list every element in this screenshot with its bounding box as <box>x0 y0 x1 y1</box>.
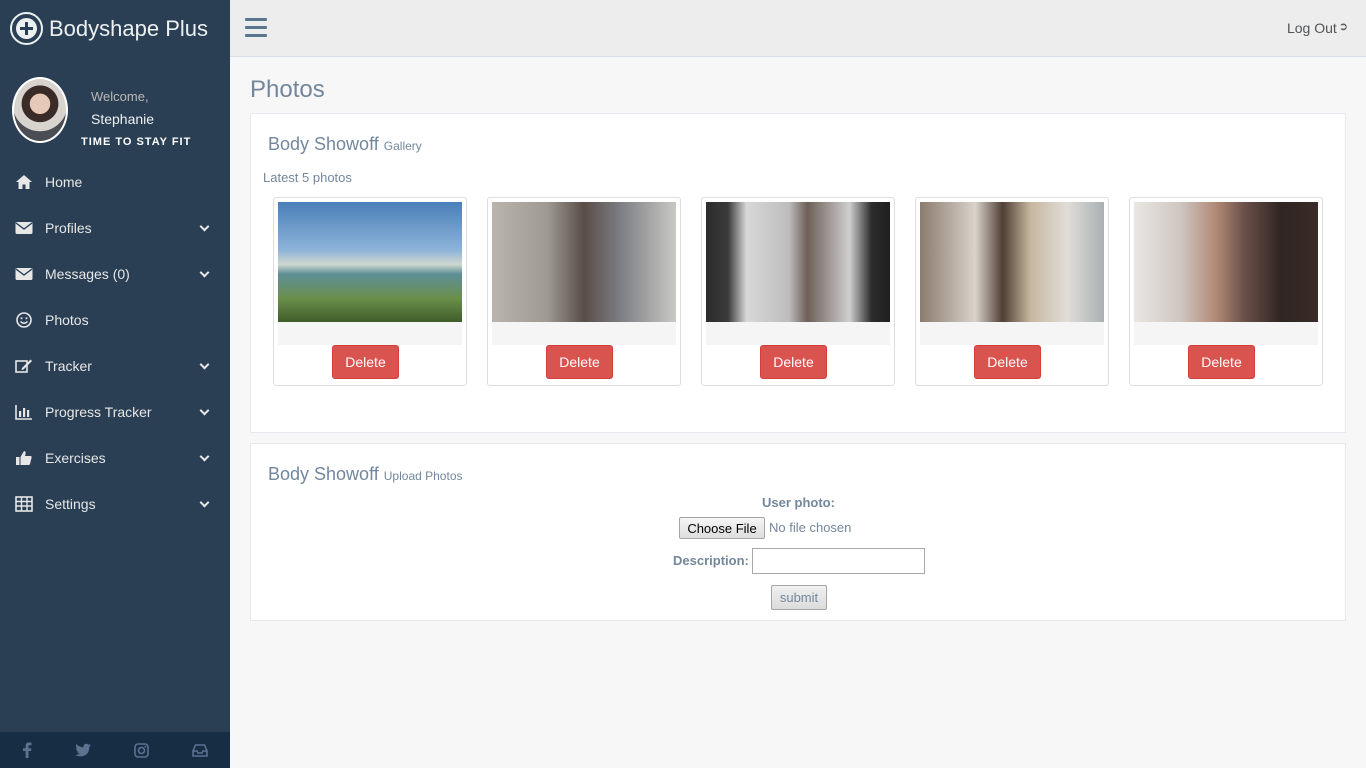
description-label: Description: <box>673 553 749 568</box>
sidebar-menu: Home Profiles Messages (0) Photos Tracke… <box>0 159 230 527</box>
photo-image[interactable] <box>1134 202 1318 322</box>
sign-out-icon: ➲ <box>1338 21 1348 33</box>
plus-circle-icon <box>10 12 43 45</box>
submit-button[interactable]: submit <box>771 585 827 610</box>
upload-panel-title: Body Showoff Upload Photos <box>268 464 463 485</box>
sidebar-item-label: Photos <box>45 312 89 328</box>
sidebar-item-progress-tracker[interactable]: Progress Tracker <box>0 389 230 435</box>
sidebar-item-label: Progress Tracker <box>45 404 152 420</box>
twitter-icon[interactable] <box>74 743 91 757</box>
photo-caption <box>1134 322 1318 345</box>
sidebar-item-tracker[interactable]: Tracker <box>0 343 230 389</box>
sidebar-item-label: Profiles <box>45 220 92 236</box>
photo-card: Delete <box>701 197 895 386</box>
sidebar-item-label: Settings <box>45 496 96 512</box>
bar-chart-icon <box>15 405 32 420</box>
smile-icon <box>16 312 32 328</box>
choose-file-button[interactable]: Choose File <box>679 517 765 539</box>
photo-image[interactable] <box>278 202 462 322</box>
photo-caption <box>278 322 462 345</box>
menu-toggle-icon[interactable] <box>245 18 267 37</box>
instagram-icon[interactable] <box>134 742 149 758</box>
profile-tagline: TIME TO STAY FIT <box>81 136 192 148</box>
photo-image[interactable] <box>706 202 890 322</box>
photo-image[interactable] <box>920 202 1104 322</box>
brand-title: Bodyshape Plus <box>49 15 208 41</box>
upload-subtitle: Upload Photos <box>383 469 463 483</box>
thumbs-up-icon <box>16 451 32 465</box>
photo-caption <box>920 322 1104 345</box>
sidebar-item-label: Home <box>45 174 83 190</box>
latest-photos-label: Latest 5 photos <box>263 170 352 185</box>
sidebar-item-home[interactable]: Home <box>0 159 230 205</box>
chevron-down-icon <box>199 497 210 508</box>
delete-button[interactable]: Delete <box>546 345 613 379</box>
gallery-panel: Body Showoff Gallery Latest 5 photos Del… <box>250 113 1346 433</box>
logout-link[interactable]: Log Out ➲ <box>1287 20 1348 36</box>
sidebar-item-settings[interactable]: Settings <box>0 481 230 527</box>
delete-button[interactable]: Delete <box>1188 345 1255 379</box>
chevron-down-icon <box>199 359 210 370</box>
edit-icon <box>15 359 32 373</box>
username: Stephanie <box>91 111 155 127</box>
home-icon <box>16 175 32 189</box>
logout-label: Log Out <box>1286 20 1337 36</box>
user-photo-label: User photo: <box>762 495 835 510</box>
chevron-down-icon <box>199 405 210 416</box>
chevron-down-icon <box>199 451 210 462</box>
photo-card: Delete <box>915 197 1109 386</box>
upload-panel: Body Showoff Upload Photos User photo: C… <box>250 443 1346 621</box>
sidebar: Bodyshape Plus Welcome, Stephanie TIME T… <box>0 0 230 768</box>
gallery-subtitle: Gallery <box>383 139 422 153</box>
sidebar-item-label: Messages (0) <box>45 266 130 282</box>
gallery-panel-title: Body Showoff Gallery <box>268 134 422 155</box>
photo-card: Delete <box>273 197 467 386</box>
photo-image[interactable] <box>492 202 676 322</box>
chevron-down-icon <box>199 221 210 232</box>
inbox-icon[interactable] <box>192 743 209 757</box>
sidebar-item-label: Exercises <box>45 450 106 466</box>
table-icon <box>15 496 33 512</box>
envelope-icon <box>15 268 33 280</box>
sidebar-item-messages[interactable]: Messages (0) <box>0 251 230 297</box>
sidebar-item-photos[interactable]: Photos <box>0 297 230 343</box>
delete-button[interactable]: Delete <box>760 345 827 379</box>
facebook-icon[interactable] <box>22 742 32 758</box>
photo-card: Delete <box>487 197 681 386</box>
upload-title: Body Showoff <box>268 464 379 484</box>
photo-card: Delete <box>1129 197 1323 386</box>
delete-button[interactable]: Delete <box>974 345 1041 379</box>
no-file-text: No file chosen <box>769 520 852 535</box>
top-navbar: Log Out ➲ <box>230 0 1366 57</box>
page-title: Photos <box>250 76 325 103</box>
sidebar-item-profiles[interactable]: Profiles <box>0 205 230 251</box>
welcome-text: Welcome, <box>91 89 149 104</box>
gallery-title: Body Showoff <box>268 134 379 154</box>
avatar <box>12 77 68 143</box>
envelope-icon <box>15 222 33 234</box>
photo-caption <box>706 322 890 345</box>
sidebar-item-label: Tracker <box>45 358 92 374</box>
description-input[interactable] <box>752 548 925 574</box>
photo-caption <box>492 322 676 345</box>
chevron-down-icon <box>199 267 210 278</box>
delete-button[interactable]: Delete <box>332 345 399 379</box>
sidebar-footer <box>0 732 230 768</box>
sidebar-item-exercises[interactable]: Exercises <box>0 435 230 481</box>
brand[interactable]: Bodyshape Plus <box>0 0 230 57</box>
